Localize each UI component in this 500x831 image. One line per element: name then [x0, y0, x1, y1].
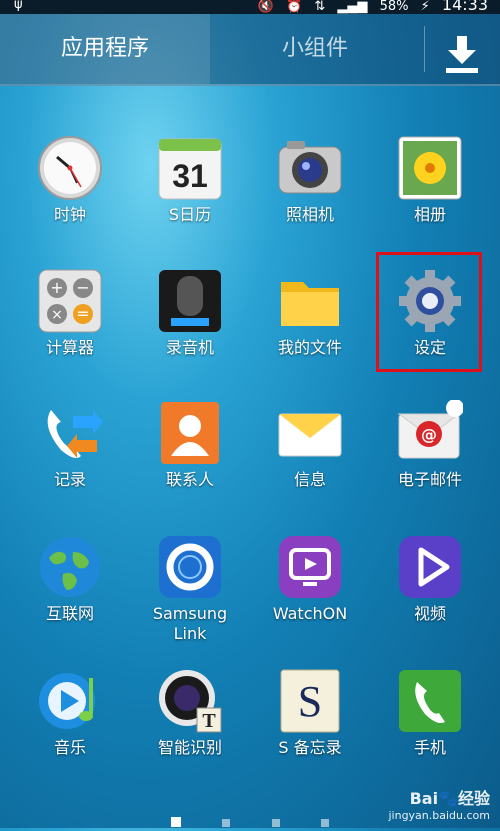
app-label: 视频: [413, 604, 446, 623]
svg-text:=: =: [76, 304, 89, 323]
app-internet[interactable]: 互联网: [15, 534, 125, 624]
app-music[interactable]: 音乐: [15, 668, 125, 758]
app-my-files[interactable]: 我的文件: [255, 268, 365, 358]
signal-icon: ▂▄▆: [337, 0, 368, 14]
globe-icon: [37, 534, 103, 600]
calculator-icon: + − × =: [37, 268, 103, 334]
svg-text:@: @: [421, 425, 437, 444]
call-log-icon: [37, 400, 103, 466]
battery-icon: ⚡: [420, 0, 430, 14]
svg-text:S: S: [298, 677, 322, 726]
app-email[interactable]: @ 电子邮件: [375, 399, 485, 490]
app-label: 我的文件: [277, 338, 342, 357]
mute-icon: 🔇: [257, 0, 274, 14]
alarm-icon: ⏰: [286, 0, 303, 14]
app-calculator[interactable]: + − × = 计算器: [15, 268, 125, 358]
svg-text:+: +: [50, 278, 63, 297]
clock-time: 14:33: [441, 0, 488, 14]
app-drawer-tabs: 应用程序 小组件: [0, 14, 500, 86]
app-video[interactable]: 视频: [375, 534, 485, 624]
app-gallery[interactable]: 相册: [375, 135, 485, 225]
app-label: S 备忘录: [278, 738, 342, 757]
status-bar: ψ 🔇 ⏰ ⇅ ▂▄▆ 58% ⚡ 14:33: [0, 0, 500, 14]
app-optical-reader[interactable]: T 智能识别: [135, 668, 245, 758]
tab-widgets[interactable]: 小组件: [210, 14, 420, 84]
microphone-icon: [157, 268, 223, 334]
app-logs[interactable]: 记录: [15, 400, 125, 490]
folder-icon: [277, 268, 343, 334]
download-icon[interactable]: [440, 32, 484, 76]
app-label: 电子邮件: [397, 470, 462, 489]
samsung-link-icon: [157, 534, 223, 600]
play-icon: [397, 534, 463, 600]
app-label: 录音机: [165, 338, 214, 357]
app-label: 联系人: [165, 470, 214, 489]
clock-icon: [37, 135, 103, 201]
app-contacts[interactable]: 联系人: [135, 400, 245, 490]
app-label: 相册: [413, 205, 446, 224]
envelope-icon: [277, 400, 343, 466]
gallery-icon: [397, 135, 463, 201]
phone-icon: [397, 668, 463, 734]
app-label: 信息: [293, 470, 326, 489]
app-s-calendar[interactable]: 31 S日历: [135, 135, 245, 225]
page-dot[interactable]: [271, 819, 280, 827]
app-label: 记录: [53, 470, 86, 489]
svg-text:−: −: [76, 278, 89, 297]
camera-icon: [277, 135, 343, 201]
app-label: 计算器: [45, 338, 94, 357]
app-camera[interactable]: 照相机: [255, 135, 365, 225]
app-s-memo[interactable]: S S 备忘录: [255, 668, 365, 758]
app-label: 照相机: [285, 205, 334, 224]
page-dot[interactable]: [222, 819, 231, 827]
data-arrows-icon: ⇅: [314, 0, 326, 14]
calendar-day: 31: [172, 158, 208, 194]
battery-level: 58%: [379, 0, 409, 14]
app-label: WatchON: [272, 604, 348, 623]
tab-apps[interactable]: 应用程序: [0, 14, 210, 84]
app-phone[interactable]: 手机: [375, 668, 485, 758]
tab-divider: [424, 26, 425, 72]
page-dot-active[interactable]: [171, 817, 182, 827]
calendar-icon: 31: [157, 135, 223, 201]
app-label: 时钟: [53, 205, 86, 224]
app-voice-recorder[interactable]: 录音机: [135, 268, 245, 358]
app-label: S日历: [168, 205, 212, 224]
watermark-url: jingyan.baidu.com: [388, 809, 490, 822]
watermark-logo: Bai🐾经验: [409, 789, 490, 808]
app-label: 手机: [413, 738, 446, 757]
app-label: 音乐: [53, 738, 86, 757]
selection-highlight: [376, 252, 482, 372]
email-icon: @: [397, 399, 464, 466]
page-dot[interactable]: [320, 819, 329, 827]
watchon-icon: [277, 534, 343, 600]
contact-icon: [157, 400, 223, 466]
svg-text:T: T: [202, 710, 216, 732]
svg-text:×: ×: [51, 307, 63, 323]
optical-reader-icon: T: [157, 668, 223, 734]
app-samsung-link[interactable]: Samsung Link: [135, 534, 245, 644]
app-label: Samsung Link: [152, 604, 228, 643]
app-messages[interactable]: 信息: [255, 400, 365, 490]
music-icon: [37, 668, 103, 734]
app-clock[interactable]: 时钟: [15, 135, 125, 225]
baidu-watermark: Bai🐾经验 jingyan.baidu.com: [388, 785, 490, 822]
app-label: 互联网: [45, 604, 94, 623]
memo-icon: S: [277, 668, 343, 734]
app-watchon[interactable]: WatchON: [255, 534, 365, 624]
app-label: 智能识别: [157, 738, 222, 757]
usb-icon: ψ: [14, 0, 23, 12]
